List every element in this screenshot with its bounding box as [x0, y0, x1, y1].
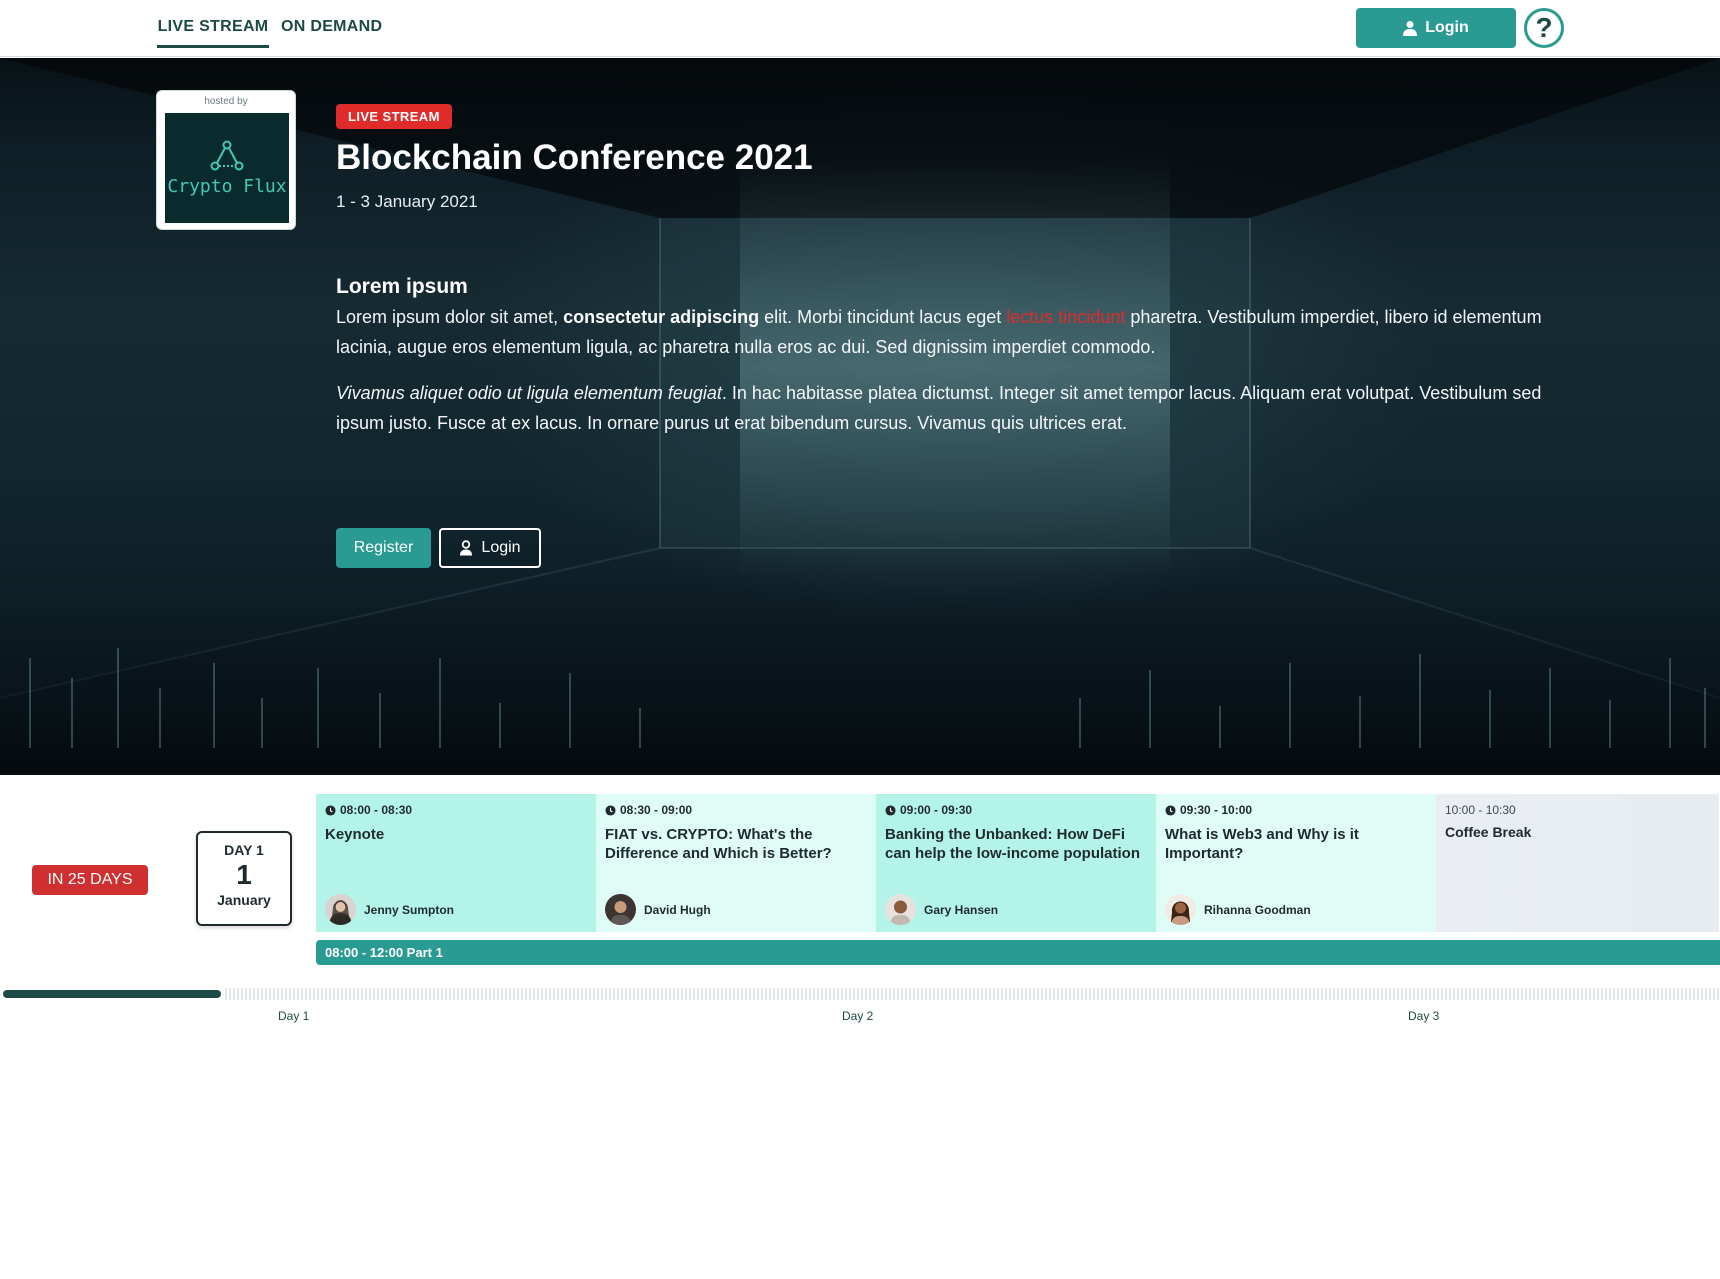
timeline-ticks — [225, 988, 1719, 1000]
live-stream-badge: LIVE STREAM — [336, 104, 452, 129]
session-time-text: 09:30 - 10:00 — [1180, 803, 1253, 817]
description-heading: Lorem ipsum — [336, 275, 468, 298]
session-title: Keynote — [325, 826, 385, 843]
session-speaker[interactable]: David Hugh — [605, 894, 711, 925]
description-paragraph-2: Vivamus aliquet odio ut ligula elementum… — [336, 378, 1576, 438]
speaker-avatar — [605, 894, 636, 925]
session-card-break[interactable]: 10:00 - 10:30 Coffee Break — [1436, 794, 1719, 932]
clock-icon — [885, 804, 896, 816]
day-month: January — [217, 892, 271, 908]
description-paragraph-1: Lorem ipsum dolor sit amet, consectetur … — [336, 302, 1576, 362]
session-title: FIAT vs. CRYPTO: What's the Difference a… — [605, 826, 832, 862]
header-login-button[interactable]: Login — [1356, 8, 1516, 48]
session-card[interactable]: 09:30 - 10:00 What is Web3 and Why is it… — [1156, 794, 1436, 932]
speaker-avatar — [1165, 894, 1196, 925]
session-time: 08:00 - 08:30 — [325, 803, 587, 817]
session-time: 10:00 - 10:30 — [1445, 803, 1516, 817]
hosted-by-label: hosted by — [204, 96, 248, 107]
help-button[interactable]: ? — [1524, 8, 1564, 48]
session-title: Coffee Break — [1445, 824, 1532, 840]
session-card[interactable]: 09:00 - 09:30 Banking the Unbanked: How … — [876, 794, 1156, 932]
day-number: 1 — [236, 859, 252, 890]
timeline-progress-handle[interactable] — [3, 990, 221, 998]
description-italic-text: Vivamus aliquet odio ut ligula elementum… — [336, 383, 722, 403]
speaker-name: Jenny Sumpton — [364, 902, 455, 917]
session-speaker[interactable]: Gary Hansen — [885, 894, 998, 925]
day-selector-card[interactable]: DAY 1 1 January — [196, 831, 292, 926]
session-time-text: 09:00 - 09:30 — [900, 803, 973, 817]
session-speaker[interactable]: Rihanna Goodman — [1165, 894, 1311, 925]
schedule-part-bar[interactable]: 08:00 - 12:00 Part 1 — [316, 940, 1720, 965]
network-triangle-icon — [210, 140, 244, 170]
description-bold-text: consectetur adipiscing — [563, 307, 760, 327]
description-highlight-text: lectus tincidunt — [1006, 307, 1126, 327]
session-time-text: 08:30 - 09:00 — [620, 803, 693, 817]
session-time: 09:00 - 09:30 — [885, 803, 1147, 817]
header-login-label: Login — [1425, 19, 1469, 36]
session-speaker[interactable]: Jenny Sumpton — [325, 894, 454, 925]
timeline-scrubber[interactable] — [0, 982, 1720, 1004]
day-label: DAY 1 — [224, 842, 264, 858]
tab-on-demand[interactable]: ON DEMAND — [281, 18, 382, 45]
event-title: Blockchain Conference 2021 — [336, 138, 813, 177]
clock-icon — [1165, 804, 1176, 816]
user-icon — [1403, 21, 1418, 36]
host-logo: Crypto Flux — [165, 113, 289, 223]
speaker-avatar — [325, 894, 356, 925]
session-time-text: 08:00 - 08:30 — [340, 803, 413, 817]
session-time: 09:30 - 10:00 — [1165, 803, 1427, 817]
hero-banner: hosted by Crypto Flux LIVE STREAM Blockc… — [0, 58, 1720, 775]
user-icon — [460, 540, 473, 556]
top-navigation: LIVE STREAM ON DEMAND Login ? — [0, 0, 1720, 57]
host-name: Crypto Flux — [167, 175, 287, 197]
question-mark-icon: ? — [1535, 12, 1553, 43]
hero-login-label: Login — [481, 539, 521, 556]
timeline-label-day-1: Day 1 — [278, 1009, 310, 1023]
description-text: Lorem ipsum dolor sit amet, — [336, 307, 564, 327]
clock-icon — [325, 804, 336, 816]
host-card: hosted by Crypto Flux — [156, 90, 296, 230]
tab-live-stream[interactable]: LIVE STREAM — [157, 18, 269, 48]
hero-login-button[interactable]: Login — [439, 528, 541, 568]
session-title: Banking the Unbanked: How DeFi can help … — [885, 826, 1141, 862]
speaker-name: Rihanna Goodman — [1204, 902, 1311, 917]
session-time: 08:30 - 09:00 — [605, 803, 867, 817]
clock-icon — [605, 804, 616, 816]
session-title: What is Web3 and Why is it Important? — [1165, 826, 1359, 862]
register-button[interactable]: Register — [336, 528, 431, 568]
session-card[interactable]: 08:30 - 09:00 FIAT vs. CRYPTO: What's th… — [596, 794, 876, 932]
session-card[interactable]: 08:00 - 08:30 Keynote Jenny Sumpton — [316, 794, 596, 932]
speaker-name: Gary Hansen — [924, 902, 999, 917]
event-dates: 1 - 3 January 2021 — [336, 192, 478, 211]
speaker-avatar — [885, 894, 916, 925]
timeline-label-day-2: Day 2 — [842, 1009, 874, 1023]
speaker-name: David Hugh — [644, 902, 711, 917]
countdown-badge: IN 25 DAYS — [32, 865, 148, 895]
timeline-label-day-3: Day 3 — [1408, 1009, 1440, 1023]
description-text: elit. Morbi tincidunt lacus eget — [759, 307, 1007, 327]
